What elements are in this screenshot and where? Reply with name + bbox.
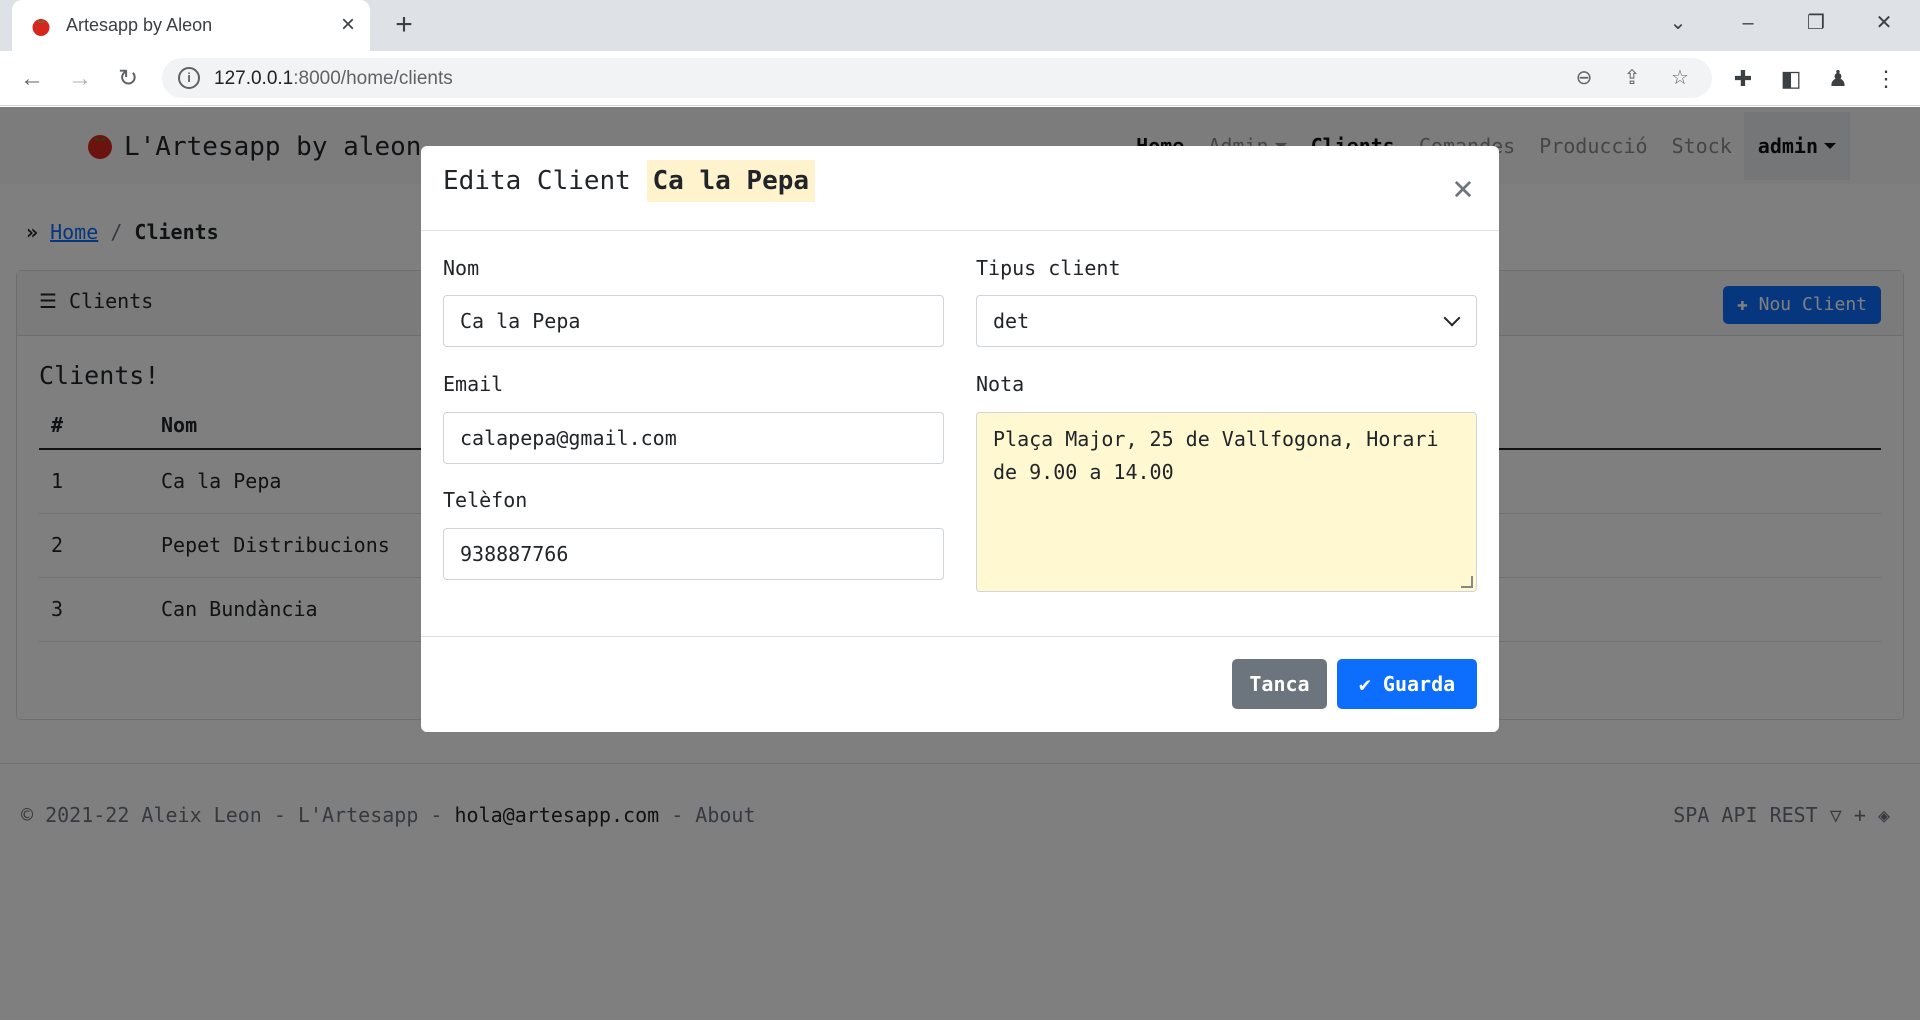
nota-textarea[interactable]: Plaça Major, 25 de Vallfogona, Horari de… — [976, 412, 1477, 592]
new-tab-icon[interactable]: + — [388, 10, 420, 42]
modal-header: Edita Client Ca la Pepa ✕ — [421, 146, 1499, 231]
email-label: Email — [443, 372, 504, 396]
email-field[interactable]: calapepa@gmail.com — [443, 412, 944, 464]
restore-icon[interactable]: ❐ — [1796, 8, 1836, 38]
site-info-icon[interactable]: i — [178, 67, 200, 89]
close-button[interactable]: Tanca — [1232, 659, 1327, 709]
save-button[interactable]: ✔ Guarda — [1337, 659, 1477, 709]
profile-icon[interactable]: ♟ — [1822, 63, 1854, 95]
nom-field[interactable]: Ca la Pepa — [443, 295, 944, 347]
tipus-client-label: Tipus client — [976, 256, 1121, 280]
tab-search-icon[interactable]: ⌄ — [1658, 8, 1698, 38]
tipus-client-select[interactable]: det — [976, 295, 1477, 347]
side-panel-icon[interactable]: ◧ — [1775, 63, 1807, 95]
modal-footer: Tanca ✔ Guarda — [421, 636, 1499, 732]
browser-tab[interactable]: Artesapp by Aleon × — [12, 0, 370, 51]
nota-label: Nota — [976, 372, 1025, 396]
browser-toolbar: ← → ↻ i 127.0.0.1:8000/home/clients ⊖ ⇪ … — [0, 51, 1920, 106]
back-icon[interactable]: ← — [16, 63, 48, 95]
tomato-icon — [32, 19, 50, 36]
extensions-icon[interactable]: ✚ — [1727, 63, 1759, 95]
more-menu-icon[interactable]: ⋮ — [1870, 63, 1902, 95]
telefon-label: Telèfon — [443, 488, 528, 512]
tipus-client-value: det — [993, 309, 1030, 333]
modal-title: Edita Client Ca la Pepa — [443, 160, 816, 202]
check-icon: ✔ — [1358, 672, 1371, 696]
close-icon[interactable]: ✕ — [1445, 170, 1481, 206]
share-icon[interactable]: ⇪ — [1618, 64, 1646, 92]
nom-label: Nom — [443, 256, 480, 280]
modal-title-client-name: Ca la Pepa — [646, 160, 816, 202]
nota-text: Plaça Major, 25 de Vallfogona, Horari de… — [993, 427, 1439, 484]
close-tab-icon[interactable]: × — [334, 11, 362, 39]
tab-title: Artesapp by Aleon — [66, 15, 213, 35]
resize-handle-icon[interactable] — [1461, 576, 1473, 588]
telefon-field[interactable]: 938887766 — [443, 528, 944, 580]
bookmark-star-icon[interactable]: ☆ — [1666, 64, 1694, 92]
reload-icon[interactable]: ↻ — [112, 63, 144, 95]
window-close-icon[interactable]: ✕ — [1864, 8, 1904, 38]
edit-client-modal: Edita Client Ca la Pepa ✕ Nom Ca la Pepa… — [421, 146, 1499, 732]
chevron-down-icon — [1443, 309, 1461, 327]
minimize-icon[interactable]: – — [1728, 8, 1768, 38]
address-bar[interactable]: i 127.0.0.1:8000/home/clients ⊖ ⇪ ☆ — [162, 58, 1712, 98]
forward-icon[interactable]: → — [64, 63, 96, 95]
zoom-icon[interactable]: ⊖ — [1570, 64, 1598, 92]
url-text: 127.0.0.1:8000/home/clients — [214, 68, 453, 89]
browser-tabstrip: Artesapp by Aleon × + ⌄ – ❐ ✕ — [0, 0, 1920, 51]
